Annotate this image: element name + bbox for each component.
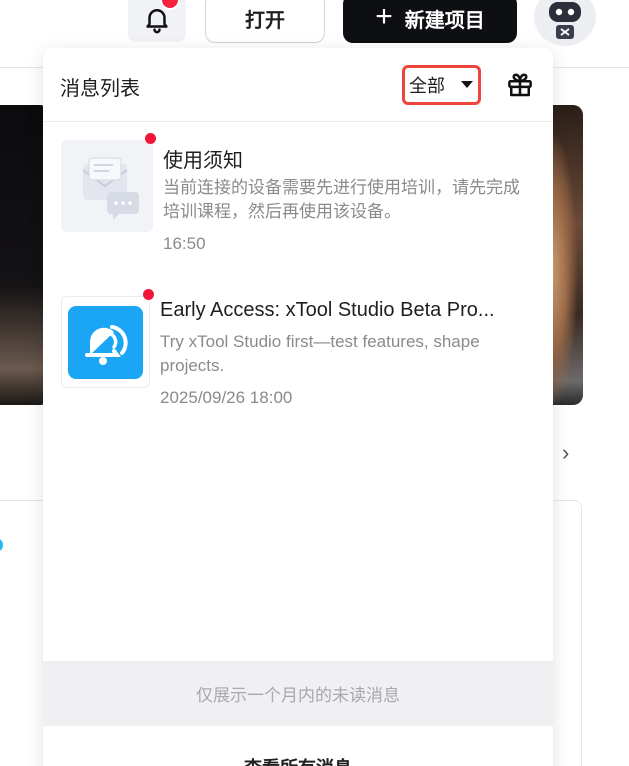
message-panel: 消息列表 全部 使用须知 当前连接的设备需要先进行使用培训，请先完成培训课程，然… — [43, 48, 553, 766]
envelope-chat-icon — [82, 157, 139, 220]
chevron-right-icon[interactable]: › — [562, 442, 580, 464]
unread-notice-text: 仅展示一个月内的未读消息 — [196, 686, 400, 705]
message-filter-value: 全部 — [409, 76, 445, 96]
bell-app-icon — [68, 306, 143, 379]
new-project-button[interactable]: + 新建项目 — [343, 0, 517, 43]
view-all-messages-button[interactable]: 查看所有消息 — [43, 726, 553, 766]
unread-notice: 仅展示一个月内的未读消息 — [43, 661, 553, 726]
robot-avatar-icon — [549, 2, 581, 39]
caret-down-icon — [461, 81, 473, 88]
message-item[interactable]: 使用须知 当前连接的设备需要先进行使用培训，请先完成培训课程，然后再使用该设备。… — [43, 133, 553, 268]
message-panel-title: 消息列表 — [60, 78, 140, 100]
new-project-label: 新建项目 — [404, 10, 485, 32]
open-button[interactable]: 打开 — [205, 0, 325, 43]
message-body: Try xTool Studio first—test features, sh… — [160, 332, 480, 375]
gift-icon[interactable] — [505, 70, 535, 100]
notification-button[interactable] — [128, 0, 186, 42]
message-item[interactable]: Early Access: xTool Studio Beta Pro... T… — [43, 289, 553, 424]
unread-dot — [145, 133, 156, 144]
message-thumbnail — [61, 140, 153, 232]
message-title: Early Access: xTool Studio Beta Pro... — [160, 299, 495, 321]
message-time: 2025/09/26 18:00 — [160, 388, 293, 407]
message-body: 当前连接的设备需要先进行使用培训，请先完成培训课程，然后再使用该设备。 — [163, 178, 520, 221]
message-thumbnail — [61, 296, 150, 388]
unread-dot — [143, 289, 154, 300]
message-title: 使用须知 — [163, 150, 243, 172]
open-button-label: 打开 — [245, 10, 285, 32]
message-time: 16:50 — [163, 234, 206, 253]
avatar[interactable] — [534, 0, 596, 46]
plus-icon: + — [375, 0, 393, 33]
message-filter-select[interactable]: 全部 — [402, 65, 481, 105]
view-all-messages-label: 查看所有消息 — [244, 754, 352, 766]
message-panel-header: 消息列表 全部 — [43, 48, 553, 122]
